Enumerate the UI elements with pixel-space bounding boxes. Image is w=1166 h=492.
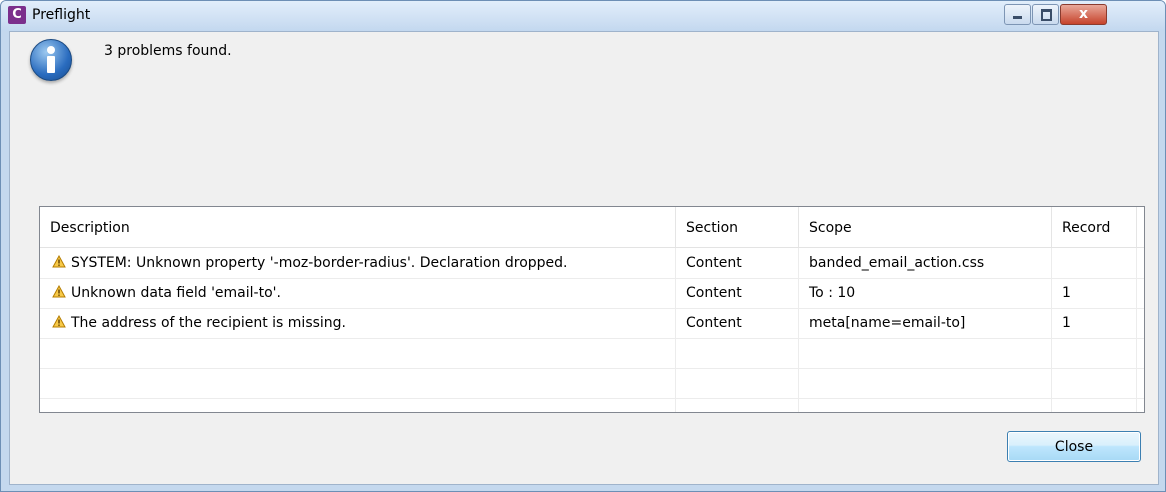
cell-section: Content <box>676 248 799 278</box>
cell-empty <box>1052 398 1137 412</box>
cell-record: 1 <box>1052 308 1137 338</box>
table-header: Description Section Scope Record <box>40 207 1144 248</box>
warning-icon <box>52 255 66 268</box>
cell-record <box>1052 248 1137 278</box>
minimize-icon <box>1013 16 1022 19</box>
cell-empty <box>1052 368 1137 398</box>
cell-description: SYSTEM: Unknown property '-moz-border-ra… <box>40 248 676 278</box>
cell-empty <box>40 368 676 398</box>
column-header-description[interactable]: Description <box>40 207 676 247</box>
window-close-button[interactable]: x <box>1060 4 1107 25</box>
cell-empty <box>799 338 1052 368</box>
title-bar[interactable]: C Preflight x <box>1 1 1165 31</box>
preflight-dialog: C Preflight x 3 problems found. Descript… <box>0 0 1166 492</box>
cell-empty <box>799 398 1052 412</box>
cell-scope: To : 10 <box>799 278 1052 308</box>
info-icon <box>30 39 72 81</box>
cell-record: 1 <box>1052 278 1137 308</box>
cell-description: Unknown data field 'email-to'. <box>40 278 676 308</box>
cell-empty <box>40 338 676 368</box>
cell-empty <box>676 368 799 398</box>
column-header-record[interactable]: Record <box>1052 207 1137 247</box>
window-title: Preflight <box>32 7 91 23</box>
cell-scope: banded_email_action.css <box>799 248 1052 278</box>
cell-empty <box>1052 338 1137 368</box>
column-header-section[interactable]: Section <box>676 207 799 247</box>
table-row[interactable]: Unknown data field 'email-to'. Content T… <box>40 278 1144 309</box>
close-icon: x <box>1078 6 1089 22</box>
warning-icon <box>52 315 66 328</box>
info-icon-dot <box>47 46 55 54</box>
cell-section: Content <box>676 308 799 338</box>
table-row-empty <box>40 398 1144 412</box>
cell-empty <box>676 338 799 368</box>
maximize-icon <box>1041 9 1052 21</box>
table-row[interactable]: SYSTEM: Unknown property '-moz-border-ra… <box>40 248 1144 279</box>
cell-empty <box>40 398 676 412</box>
problems-table[interactable]: Description Section Scope Record SYSTEM:… <box>39 206 1145 413</box>
description-text: SYSTEM: Unknown property '-moz-border-ra… <box>71 255 568 271</box>
table-row[interactable]: The address of the recipient is missing.… <box>40 308 1144 339</box>
cell-empty <box>799 368 1052 398</box>
column-header-scope[interactable]: Scope <box>799 207 1052 247</box>
app-logo-icon: C <box>8 6 26 24</box>
warning-icon <box>52 285 66 298</box>
close-button[interactable]: Close <box>1007 431 1141 462</box>
table-row-empty <box>40 368 1144 399</box>
status-message: 3 problems found. <box>104 43 232 59</box>
cell-scope: meta[name=email-to] <box>799 308 1052 338</box>
maximize-button[interactable] <box>1032 4 1059 25</box>
minimize-button[interactable] <box>1004 4 1031 25</box>
cell-description: The address of the recipient is missing. <box>40 308 676 338</box>
table-row-empty <box>40 338 1144 369</box>
cell-empty <box>676 398 799 412</box>
description-text: The address of the recipient is missing. <box>71 315 347 331</box>
cell-section: Content <box>676 278 799 308</box>
info-icon-bar <box>47 56 55 73</box>
description-text: Unknown data field 'email-to'. <box>71 285 281 301</box>
